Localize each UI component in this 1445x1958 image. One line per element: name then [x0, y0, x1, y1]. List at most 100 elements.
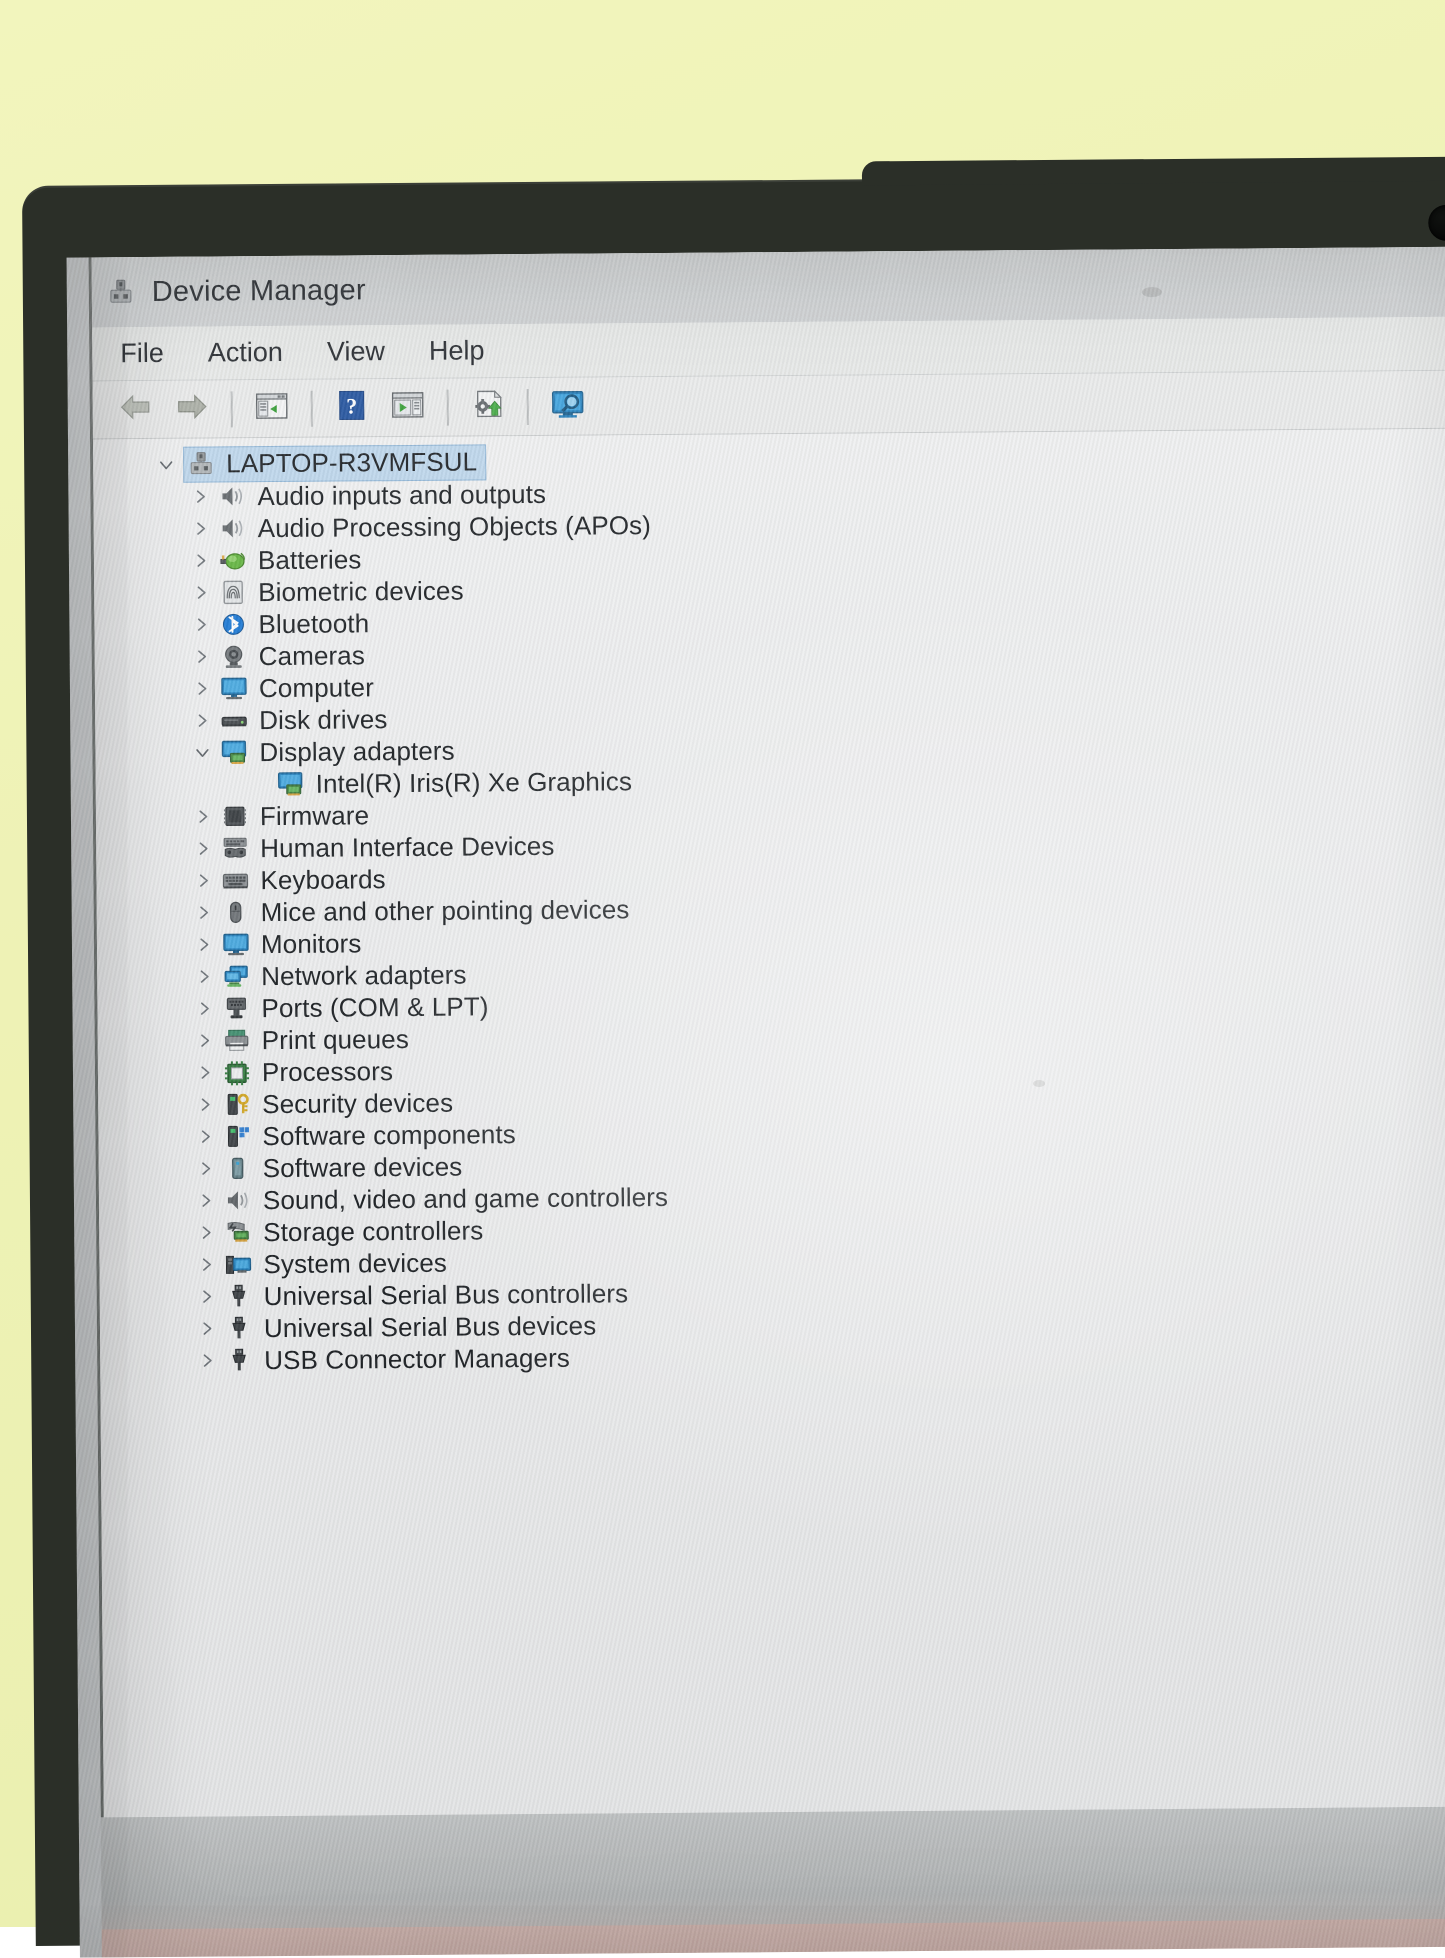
tree-node-label: Ports (COM & LPT): [261, 991, 488, 1024]
tree-node-label: Firmware: [260, 800, 369, 832]
tree-node-content: Universal Serial Bus devices: [224, 1310, 597, 1344]
scan-hardware-changes-button[interactable]: [463, 384, 513, 430]
chevron-right-icon[interactable]: [185, 679, 219, 697]
chevron-down-icon[interactable]: [185, 743, 219, 761]
update-driver-button[interactable]: [383, 384, 433, 430]
menu-file[interactable]: File: [116, 334, 168, 373]
processor-icon: [222, 1058, 252, 1086]
tree-node-content: Processors: [222, 1056, 393, 1088]
toolbar-separator: [447, 389, 449, 425]
svg-text:?: ?: [346, 393, 357, 418]
tree-node-label: Sound, video and game controllers: [263, 1181, 668, 1215]
tree-node-content: Batteries: [218, 544, 362, 576]
menu-help[interactable]: Help: [425, 331, 489, 370]
tree-node-label: Security devices: [262, 1087, 453, 1119]
chevron-right-icon[interactable]: [188, 1063, 222, 1081]
mouse-icon: [221, 898, 251, 926]
tree-node-label: Software devices: [263, 1151, 463, 1184]
tree-node-content: Audio Processing Objects (APOs): [218, 510, 651, 544]
chevron-right-icon[interactable]: [184, 583, 218, 601]
tree-node-label: USB Connector Managers: [264, 1342, 570, 1375]
help-button[interactable]: ?: [327, 385, 377, 431]
show-properties-button[interactable]: [247, 385, 297, 431]
tree-node-content: Security devices: [222, 1087, 453, 1120]
tree-node-label: LAPTOP-R3VMFSUL: [226, 446, 477, 479]
tree-node-label: Universal Serial Bus devices: [264, 1310, 597, 1344]
chevron-right-icon[interactable]: [185, 647, 219, 665]
tree-node-label: Audio Processing Objects (APOs): [258, 510, 651, 544]
tree-node-label: Universal Serial Bus controllers: [264, 1278, 629, 1312]
chevron-right-icon[interactable]: [184, 615, 218, 633]
back-button[interactable]: [111, 386, 161, 432]
tree-node-content: Biometric devices: [218, 575, 464, 608]
chevron-right-icon[interactable]: [187, 903, 221, 921]
chevron-right-icon[interactable]: [190, 1287, 224, 1305]
tree-node-content: Cameras: [219, 640, 365, 672]
chevron-right-icon[interactable]: [189, 1255, 223, 1273]
tree-node-content: Sound, video and game controllers: [223, 1181, 668, 1215]
tree-node-content: Universal Serial Bus controllers: [224, 1278, 629, 1312]
chevron-right-icon[interactable]: [188, 1095, 222, 1113]
chevron-right-icon[interactable]: [187, 999, 221, 1017]
tree-node-label: Mice and other pointing devices: [261, 894, 630, 928]
chevron-right-icon[interactable]: [188, 1127, 222, 1145]
speaker-icon: [218, 514, 248, 542]
tree-node-content: Intel(R) Iris(R) Xe Graphics: [276, 766, 633, 800]
port-connector-icon: [221, 994, 251, 1022]
chevron-right-icon[interactable]: [186, 839, 220, 857]
disk-drive-icon: [219, 706, 249, 734]
tree-node-label: Keyboards: [260, 864, 385, 896]
tree-node-label: Audio inputs and outputs: [257, 478, 546, 511]
tree-node-label: Monitors: [261, 928, 362, 960]
toolbar-separator: [311, 390, 313, 426]
tree-node-content: Storage controllers: [223, 1215, 483, 1248]
chevron-right-icon[interactable]: [184, 551, 218, 569]
tree-node-label: Cameras: [259, 640, 365, 672]
help-question-icon: ?: [335, 390, 369, 425]
tree-node-label: Disk drives: [259, 704, 387, 736]
tree-node-content: Mice and other pointing devices: [221, 894, 630, 928]
chevron-right-icon[interactable]: [186, 871, 220, 889]
monitor-icon: [219, 674, 249, 702]
battery-icon: [218, 546, 248, 574]
chevron-right-icon[interactable]: [185, 711, 219, 729]
chevron-right-icon[interactable]: [190, 1351, 224, 1369]
device-manager-window: Device Manager File Action View Help: [89, 246, 1445, 1817]
chevron-right-icon[interactable]: [189, 1191, 223, 1209]
chevron-right-icon[interactable]: [184, 519, 218, 537]
tree-node-label: Network adapters: [261, 959, 467, 992]
tree-node-content: Audio inputs and outputs: [217, 478, 546, 512]
chevron-right-icon[interactable]: [190, 1319, 224, 1337]
software-component-icon: [222, 1122, 252, 1150]
back-arrow-icon: [119, 392, 153, 427]
chevron-right-icon[interactable]: [188, 1031, 222, 1049]
chevron-right-icon[interactable]: [187, 967, 221, 985]
gear-upload-icon: [471, 389, 505, 424]
chevron-right-icon[interactable]: [189, 1223, 223, 1241]
device-tree[interactable]: LAPTOP-R3VMFSULAudio inputs and outputsA…: [93, 428, 1445, 1817]
chevron-right-icon[interactable]: [189, 1159, 223, 1177]
tree-node-label: Bluetooth: [258, 608, 369, 640]
chevron-right-icon[interactable]: [186, 807, 220, 825]
chevron-down-icon[interactable]: [149, 456, 183, 474]
tree-node-label: Print queues: [262, 1023, 409, 1055]
tree-node-label: Intel(R) Iris(R) Xe Graphics: [316, 766, 633, 799]
laptop-screen: Device Manager File Action View Help: [67, 246, 1445, 1957]
forward-button[interactable]: [167, 386, 217, 432]
chevron-right-icon[interactable]: [187, 935, 221, 953]
tree-node-label: Processors: [262, 1056, 393, 1088]
display-adapter-icon: [276, 770, 306, 798]
monitor-icon: [221, 930, 251, 958]
security-key-icon: [222, 1090, 252, 1118]
tree-node-label: Storage controllers: [263, 1215, 483, 1248]
chevron-right-icon[interactable]: [183, 487, 217, 505]
toolbar-separator: [231, 391, 233, 427]
network-adapter-icon: [221, 962, 251, 990]
show-hidden-devices-button[interactable]: [543, 383, 593, 429]
window-titlebar[interactable]: Device Manager: [92, 246, 1445, 327]
tree-node-content: LAPTOP-R3VMFSUL: [183, 444, 486, 482]
menu-view[interactable]: View: [323, 332, 389, 372]
menu-action[interactable]: Action: [204, 333, 287, 373]
tree-node-content: Human Interface Devices: [220, 830, 554, 864]
system-device-icon: [223, 1250, 253, 1278]
